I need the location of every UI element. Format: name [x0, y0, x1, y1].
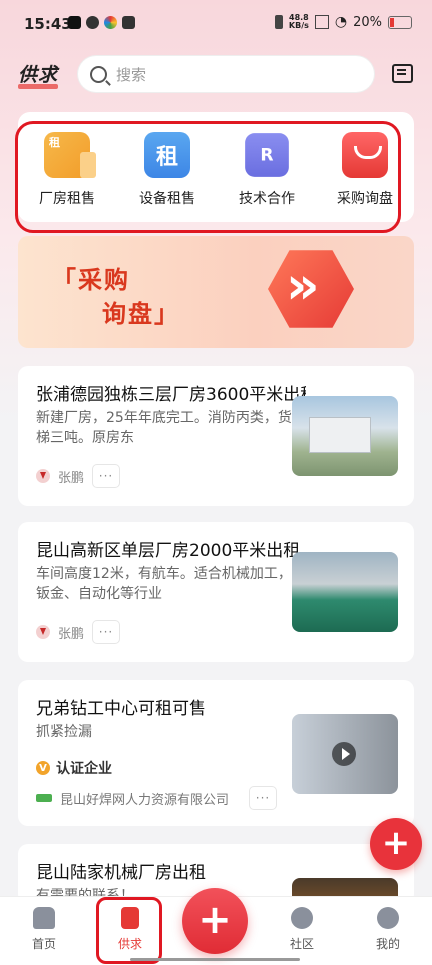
- profile-icon: [377, 907, 399, 929]
- banner-line2: 询盘」: [102, 300, 180, 328]
- sim-icon: [314, 15, 329, 29]
- purchase-banner[interactable]: 「采购 询盘」: [18, 236, 414, 348]
- search-icon: [90, 65, 107, 83]
- verified-badge: V 认证企业: [36, 758, 112, 778]
- tab-home[interactable]: 首页: [14, 907, 74, 952]
- more-button[interactable]: ···: [249, 786, 278, 810]
- tech-icon: R: [245, 133, 289, 177]
- category-label: 设备租售: [139, 191, 195, 207]
- tiktok-icon: [68, 16, 81, 29]
- notification-icons: [68, 16, 135, 29]
- post-thumbnail: [292, 552, 398, 632]
- app-icon: [86, 16, 99, 29]
- factory-icon: [44, 132, 96, 178]
- category-purchase[interactable]: 采购询盘: [320, 132, 410, 208]
- app-icon-2: [104, 16, 117, 29]
- post-card[interactable]: 张浦德园独栋三层厂房3600平米出租 新建厂房，25年年底完工。消防丙类，货梯三…: [18, 366, 414, 506]
- more-button[interactable]: ···: [92, 464, 121, 488]
- post-author: 张鹏 ···: [36, 620, 121, 644]
- message-icon[interactable]: [392, 64, 413, 83]
- top-header: 供求 搜索: [0, 52, 432, 98]
- wifi-icon: ◔: [334, 14, 348, 30]
- tab-mine[interactable]: 我的: [358, 907, 418, 952]
- video-thumbnail: [292, 714, 398, 794]
- home-indicator: [130, 958, 300, 961]
- status-right: 48.8 KB/s ◔ 20%: [274, 13, 412, 30]
- company-name: 昆山好焊网人力资源有限公司 ···: [36, 786, 278, 810]
- category-equipment[interactable]: 租 设备租售: [122, 132, 212, 208]
- post-title: 昆山陆家机械厂房出租: [36, 863, 206, 883]
- battery-percent: 20%: [353, 14, 382, 30]
- avatar: [36, 469, 50, 483]
- home-icon: [33, 907, 55, 929]
- banner-line1: 「采购: [52, 266, 130, 294]
- app-logo: 供求: [18, 60, 59, 89]
- post-title: 昆山高新区单层厂房2000平米出租: [36, 541, 301, 561]
- post-card[interactable]: 昆山高新区单层厂房2000平米出租 车间高度12米，有航车。适合机械加工，钣金、…: [18, 522, 414, 662]
- category-tech[interactable]: R 技术合作: [222, 132, 312, 208]
- message-notification-icon: [122, 16, 135, 29]
- post-title: 张浦德园独栋三层厂房3600平米出租: [36, 385, 306, 405]
- category-factory[interactable]: 厂房租售: [22, 132, 112, 208]
- tab-community[interactable]: 社区: [272, 907, 332, 952]
- status-time: 15:43: [24, 15, 72, 33]
- post-card[interactable]: 兄弟钻工中心可租可售 抓紧捡漏 V 认证企业 昆山好焊网人力资源有限公司 ···: [18, 680, 414, 826]
- search-input[interactable]: 搜索: [78, 56, 374, 92]
- post-desc: 车间高度12米，有航车。适合机械加工，钣金、自动化等行业: [36, 566, 292, 602]
- equipment-icon: 租: [144, 132, 190, 178]
- purchase-icon: [342, 132, 388, 178]
- verified-icon: V: [36, 761, 50, 775]
- category-label: 厂房租售: [39, 191, 95, 207]
- category-label: 采购询盘: [337, 191, 393, 207]
- post-author: 张鹏 ···: [36, 464, 121, 488]
- post-desc: 抓紧捡漏: [36, 724, 92, 740]
- community-icon: [291, 907, 313, 929]
- floating-add-button[interactable]: +: [370, 818, 422, 870]
- category-label: 技术合作: [239, 191, 295, 207]
- vibrate-icon: [274, 15, 283, 29]
- search-placeholder: 搜索: [116, 65, 147, 84]
- post-thumbnail: [292, 396, 398, 476]
- more-button[interactable]: ···: [92, 620, 121, 644]
- avatar: [36, 625, 50, 639]
- post-desc: 新建厂房，25年年底完工。消防丙类，货梯三吨。原房东: [36, 410, 292, 446]
- publish-button[interactable]: +: [182, 888, 248, 954]
- post-title: 兄弟钻工中心可租可售: [36, 699, 206, 719]
- banner-hex-icon: [268, 250, 354, 328]
- network-speed: 48.8 KB/s: [288, 13, 309, 30]
- status-bar: 15:43 48.8 KB/s ◔ 20%: [0, 0, 432, 48]
- company-logo-icon: [36, 794, 52, 802]
- battery-icon: [388, 15, 412, 29]
- tab-highlight-box: [96, 897, 162, 964]
